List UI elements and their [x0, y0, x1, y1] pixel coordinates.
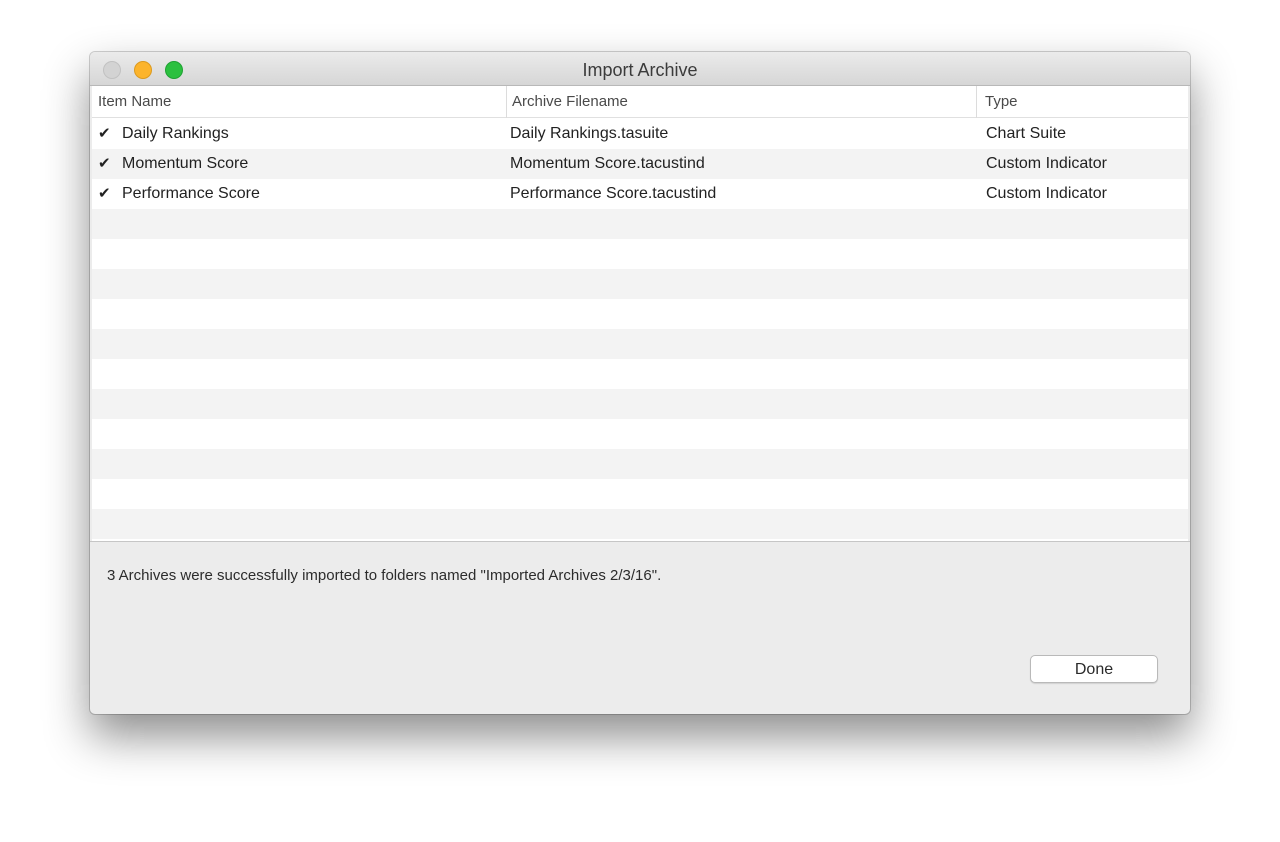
archive-table[interactable]: Item Name Archive Filename Type ✔ Daily …	[92, 86, 1188, 541]
empty-row	[92, 449, 1188, 479]
empty-row	[92, 479, 1188, 509]
archive-filename-cell: Performance Score.tacustind	[510, 185, 717, 202]
archive-filename-cell: Daily Rankings.tasuite	[510, 125, 669, 142]
table-body: ✔ Daily Rankings Daily Rankings.tasuite …	[92, 119, 1188, 539]
done-button[interactable]: Done	[1030, 655, 1158, 683]
empty-row	[92, 209, 1188, 239]
status-message: 3 Archives were successfully imported to…	[107, 567, 662, 584]
title-bar[interactable]: Import Archive	[90, 52, 1190, 86]
empty-row	[92, 389, 1188, 419]
item-name-cell: Momentum Score	[122, 155, 249, 172]
table-row[interactable]: ✔ Momentum Score Momentum Score.tacustin…	[92, 149, 1188, 179]
checkmark-icon: ✔	[98, 185, 111, 202]
type-cell: Custom Indicator	[986, 155, 1107, 172]
empty-row	[92, 419, 1188, 449]
item-name-cell: Daily Rankings	[122, 125, 229, 142]
empty-row	[92, 299, 1188, 329]
window-title: Import Archive	[582, 60, 698, 80]
type-cell: Chart Suite	[986, 125, 1067, 142]
column-header-item-name[interactable]: Item Name	[94, 86, 500, 118]
checkmark-icon: ✔	[98, 155, 111, 172]
footer-divider	[90, 541, 1190, 542]
table-row[interactable]: ✔ Performance Score Performance Score.ta…	[92, 179, 1188, 209]
empty-row	[92, 509, 1188, 539]
import-archive-window: Import Archive Item Name Archive Filenam…	[90, 52, 1190, 714]
empty-row	[92, 359, 1188, 389]
table-header: Item Name Archive Filename Type	[92, 86, 1188, 118]
column-header-type[interactable]: Type	[976, 86, 1188, 118]
item-name-cell: Performance Score	[122, 185, 260, 202]
empty-row	[92, 239, 1188, 269]
type-cell: Custom Indicator	[986, 185, 1107, 202]
table-row[interactable]: ✔ Daily Rankings Daily Rankings.tasuite …	[92, 119, 1188, 149]
empty-row	[92, 269, 1188, 299]
archive-filename-cell: Momentum Score.tacustind	[510, 155, 705, 172]
column-header-archive-filename[interactable]: Archive Filename	[506, 86, 976, 118]
checkmark-icon: ✔	[98, 125, 111, 142]
empty-row	[92, 329, 1188, 359]
